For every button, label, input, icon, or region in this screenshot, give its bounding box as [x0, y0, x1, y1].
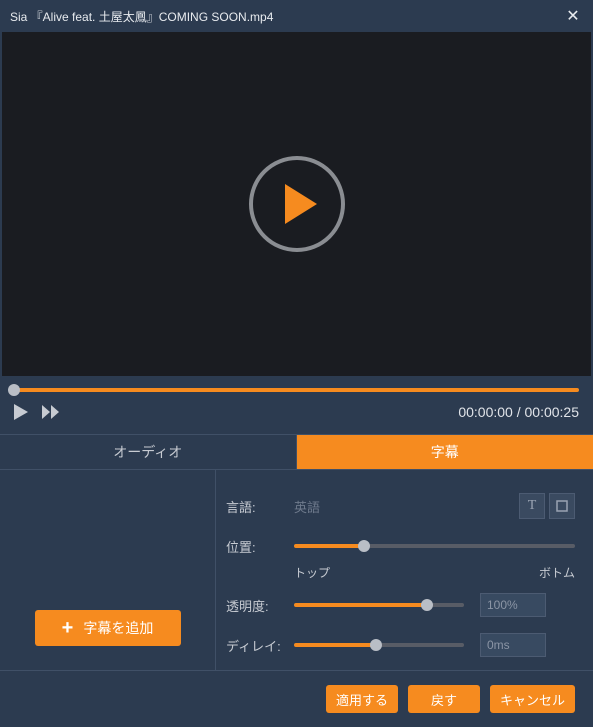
- play-icon-small[interactable]: [14, 404, 28, 420]
- progress-bar[interactable]: [0, 376, 593, 396]
- language-value[interactable]: 英語: [294, 497, 515, 516]
- apply-button[interactable]: 適用する: [326, 685, 398, 713]
- position-top-label: トップ: [294, 564, 330, 581]
- tabs: オーディオ 字幕: [0, 434, 593, 470]
- opacity-slider[interactable]: [294, 596, 464, 614]
- time-current: 00:00:00: [458, 404, 513, 420]
- time-total: 00:00:25: [525, 404, 580, 420]
- tab-audio[interactable]: オーディオ: [0, 435, 297, 469]
- opacity-value[interactable]: 100%: [480, 593, 546, 617]
- next-icon[interactable]: [42, 405, 60, 419]
- delay-label: ディレイ:: [226, 636, 294, 655]
- delay-thumb[interactable]: [370, 639, 382, 651]
- text-style-icon[interactable]: T: [519, 493, 545, 519]
- playback-controls: 00:00:00 / 00:00:25: [0, 396, 593, 434]
- cancel-button[interactable]: キャンセル: [490, 685, 575, 713]
- progress-thumb[interactable]: [8, 384, 20, 396]
- time-display: 00:00:00 / 00:00:25: [458, 404, 579, 420]
- add-subtitle-button[interactable]: + 字幕を追加: [35, 610, 181, 646]
- window-title: Sia 『Alive feat. 土屋太鳳』COMING SOON.mp4: [10, 8, 563, 25]
- reset-button[interactable]: 戻す: [408, 685, 480, 713]
- left-panel: + 字幕を追加: [0, 470, 216, 670]
- opacity-label: 透明度:: [226, 596, 294, 615]
- titlebar: Sia 『Alive feat. 土屋太鳳』COMING SOON.mp4 ✕: [0, 0, 593, 32]
- position-thumb[interactable]: [358, 540, 370, 552]
- footer-buttons: 適用する 戻す キャンセル: [0, 670, 593, 727]
- delay-value[interactable]: 0ms: [480, 633, 546, 657]
- video-preview: [2, 32, 591, 376]
- file-icon[interactable]: [549, 493, 575, 519]
- language-label: 言語:: [226, 497, 294, 516]
- opacity-thumb[interactable]: [421, 599, 433, 611]
- delay-slider[interactable]: [294, 636, 464, 654]
- add-subtitle-label: 字幕を追加: [83, 618, 153, 638]
- position-label: 位置:: [226, 537, 294, 556]
- position-slider[interactable]: [294, 537, 575, 555]
- play-icon: [285, 184, 317, 224]
- plus-icon: +: [62, 618, 74, 638]
- close-icon[interactable]: ✕: [563, 6, 583, 26]
- subtitle-settings: 言語: 英語 T 位置: トップ ボトム 透明度: 100%: [216, 470, 593, 670]
- play-button[interactable]: [249, 156, 345, 252]
- position-bottom-label: ボトム: [539, 564, 575, 581]
- tab-subtitle[interactable]: 字幕: [297, 435, 593, 469]
